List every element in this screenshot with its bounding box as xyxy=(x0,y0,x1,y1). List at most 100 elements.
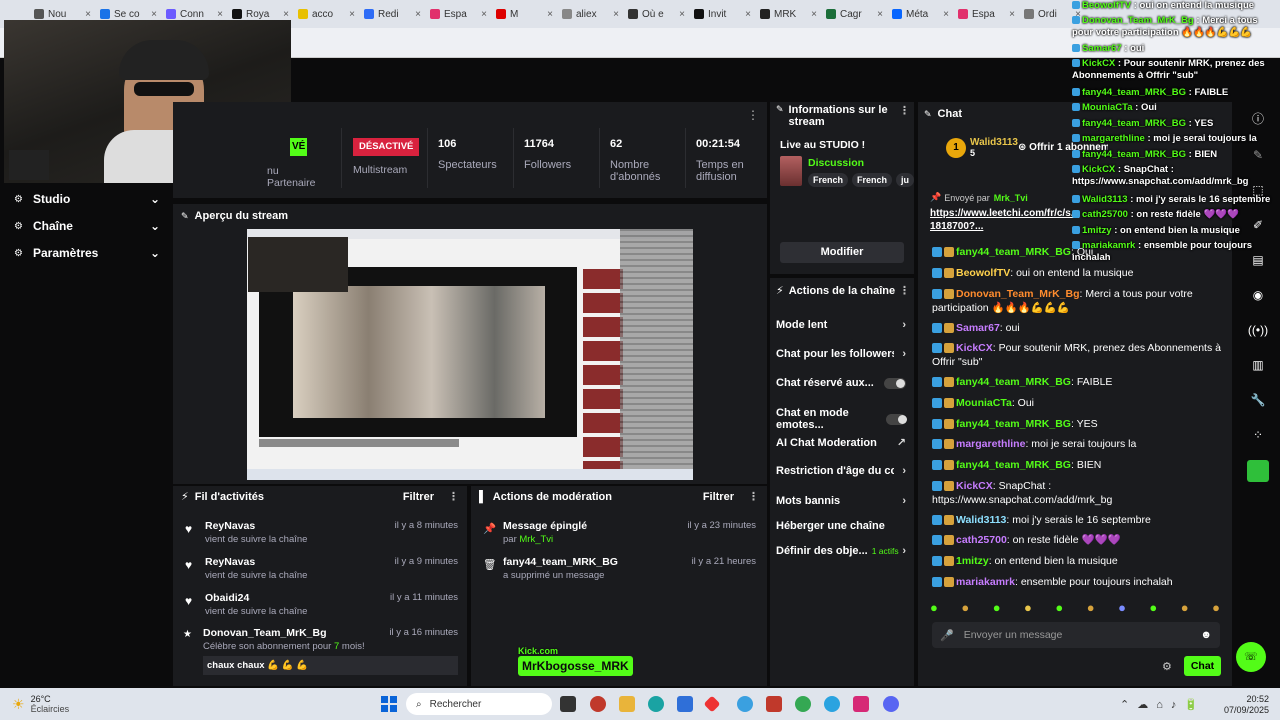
emote-icon[interactable]: ● xyxy=(930,600,938,615)
action-subs-chat[interactable]: Chat réservé aux... xyxy=(776,377,906,389)
instagram-icon[interactable] xyxy=(853,696,869,712)
chat-username[interactable]: Walid3113 xyxy=(956,514,1006,526)
tag[interactable]: French xyxy=(852,173,893,187)
browser-tab[interactable]: Où e × xyxy=(624,3,689,25)
pinned-by-user[interactable]: Mrk_Tvi xyxy=(994,193,1028,203)
telegram-icon[interactable] xyxy=(824,696,840,712)
chat-username[interactable]: mariakamrk xyxy=(956,576,1015,588)
chat-username[interactable]: Samar67 xyxy=(956,322,1000,334)
mic-icon[interactable]: 🎤 xyxy=(940,629,954,642)
close-icon[interactable]: × xyxy=(943,9,949,20)
broadcast-icon[interactable]: ((•)) xyxy=(1248,323,1268,337)
action-banned-words[interactable]: Mots bannis › xyxy=(776,495,906,507)
chat-username[interactable]: margarethline xyxy=(956,438,1025,450)
close-icon[interactable]: × xyxy=(811,9,817,20)
info-icon[interactable]: ⓘ xyxy=(1252,110,1264,127)
more-icon[interactable]: ⋮ xyxy=(448,490,459,503)
more-icon[interactable]: ⋮ xyxy=(748,490,759,503)
edit-icon[interactable]: ✎ xyxy=(1253,148,1263,162)
chat-username[interactable]: fany44_team_MRK_BG xyxy=(956,246,1071,258)
chat-username[interactable]: KickCX xyxy=(956,342,993,354)
gift-user[interactable]: Walid3113 xyxy=(970,137,1018,148)
browser-tab[interactable]: aliex × xyxy=(558,3,623,25)
moderation-sub-user[interactable]: Mrk_Tvi xyxy=(519,534,553,545)
tag[interactable]: ju xyxy=(896,173,914,187)
toggle-switch[interactable] xyxy=(884,377,906,389)
app-icon[interactable] xyxy=(590,696,606,712)
emote-icon[interactable]: ● xyxy=(1181,600,1189,615)
chat-settings-icon[interactable]: ⚙ xyxy=(1162,660,1172,673)
note-icon[interactable]: ▤ xyxy=(1252,253,1263,267)
start-button[interactable] xyxy=(381,696,397,712)
task-view-icon[interactable] xyxy=(560,696,576,712)
chrome-icon[interactable] xyxy=(795,696,811,712)
activity-user[interactable]: ReyNavas xyxy=(205,520,255,532)
tag[interactable]: French xyxy=(808,173,849,187)
store-icon[interactable] xyxy=(677,696,693,712)
chat-username[interactable]: fany44_team_MRK_BG xyxy=(956,418,1071,430)
close-icon[interactable]: × xyxy=(85,9,91,20)
emote-icon[interactable]: ● xyxy=(993,600,1001,615)
toggle-switch[interactable] xyxy=(886,413,907,425)
chat-bubble-icon[interactable]: ◉ xyxy=(1253,288,1263,302)
close-icon[interactable]: × xyxy=(481,9,487,20)
emote-icon[interactable]: ● xyxy=(1118,600,1126,615)
browser-tab[interactable]: M × xyxy=(492,3,557,25)
discord-icon[interactable] xyxy=(883,696,899,712)
stream-preview-video[interactable] xyxy=(247,229,693,480)
activity-user[interactable]: Donovan_Team_MrK_Bg xyxy=(203,627,327,639)
close-icon[interactable]: × xyxy=(877,9,883,20)
weather-widget[interactable]: ☀ 26°C Éclaircies xyxy=(12,694,69,714)
action-age-restriction[interactable]: Restriction d'âge du comp › xyxy=(776,465,906,477)
chat-username[interactable]: Donovan_Team_MrK_Bg xyxy=(956,288,1080,300)
more-icon[interactable]: ⋮ xyxy=(899,104,910,117)
more-icon[interactable]: ⋮ xyxy=(747,108,759,122)
browser-tab[interactable]: Redi × xyxy=(360,3,425,25)
edit-button[interactable]: Modifier xyxy=(780,242,904,263)
action-host-channel[interactable]: Héberger une chaîne xyxy=(776,520,906,532)
emote-icon[interactable]: ● xyxy=(1024,600,1032,615)
chat-input-box[interactable]: 🎤 Envoyer un message ☻ xyxy=(932,622,1220,648)
chat-username[interactable]: fany44_team_MRK_BG xyxy=(956,376,1071,388)
chat-input[interactable]: Envoyer un message xyxy=(964,629,1063,641)
browser-tab[interactable]: MRK × xyxy=(756,3,821,25)
app-icon[interactable] xyxy=(737,696,753,712)
chat-username[interactable]: 1mitzy xyxy=(956,555,989,567)
browser-tab[interactable]: Méta × xyxy=(888,3,953,25)
close-icon[interactable]: × xyxy=(613,9,619,20)
green-app-icon[interactable] xyxy=(1247,460,1269,482)
sidebar-item-studio[interactable]: ⚙ Studio ⌄ xyxy=(14,192,160,206)
close-icon[interactable]: × xyxy=(349,9,355,20)
pen-icon[interactable]: ✐ xyxy=(1253,218,1263,232)
category-link[interactable]: Discussion xyxy=(808,157,864,169)
activity-user[interactable]: Obaidi24 xyxy=(205,592,249,604)
chat-username[interactable]: MouniaCTa xyxy=(956,397,1012,409)
browser-tab[interactable]: Cagr × xyxy=(822,3,887,25)
chat-username[interactable]: BeowolfTV xyxy=(956,267,1010,279)
wrench-icon[interactable]: 🔧 xyxy=(1251,393,1266,407)
chat-username[interactable]: cath25700 xyxy=(956,534,1007,546)
more-icon[interactable]: ⋮ xyxy=(899,284,910,297)
help-button[interactable]: ☏ xyxy=(1236,642,1266,672)
folder-icon[interactable] xyxy=(619,696,635,712)
close-icon[interactable]: × xyxy=(679,9,685,20)
browser-tab[interactable]: Espa × xyxy=(954,3,1019,25)
action-slow-mode[interactable]: Mode lent › xyxy=(776,319,906,331)
emote-icon[interactable]: ● xyxy=(1055,600,1063,615)
pinned-message[interactable]: 📌 Envoyé par Mrk_Tvi https://www.leetchi… xyxy=(924,188,1079,238)
sidebar-item-parametres[interactable]: ⚙ Paramètres ⌄ xyxy=(14,246,160,260)
close-icon[interactable]: × xyxy=(217,9,223,20)
edge-icon[interactable] xyxy=(648,696,664,712)
action-ai-moderation[interactable]: AI Chat Moderation ↗ xyxy=(776,436,906,450)
taskbar-search[interactable]: ⌕ Rechercher xyxy=(406,693,552,715)
close-icon[interactable]: × xyxy=(745,9,751,20)
frame-icon[interactable]: ⬚ xyxy=(1252,183,1263,197)
pinned-text[interactable]: https://www.leetchi.com/fr/c/s... 181870… xyxy=(924,207,1079,233)
filter-button[interactable]: Filtrer xyxy=(403,491,434,503)
sidebar-item-chaine[interactable]: ⚙ Chaîne ⌄ xyxy=(14,219,160,233)
layout-icon[interactable]: ▥ xyxy=(1252,358,1263,372)
chat-username[interactable]: KickCX xyxy=(956,480,993,492)
emote-icon[interactable]: ● xyxy=(1212,600,1220,615)
system-tray[interactable]: ⌃☁⌂♪🔋 xyxy=(1120,698,1206,711)
browser-tab[interactable]: Espa × xyxy=(426,3,491,25)
